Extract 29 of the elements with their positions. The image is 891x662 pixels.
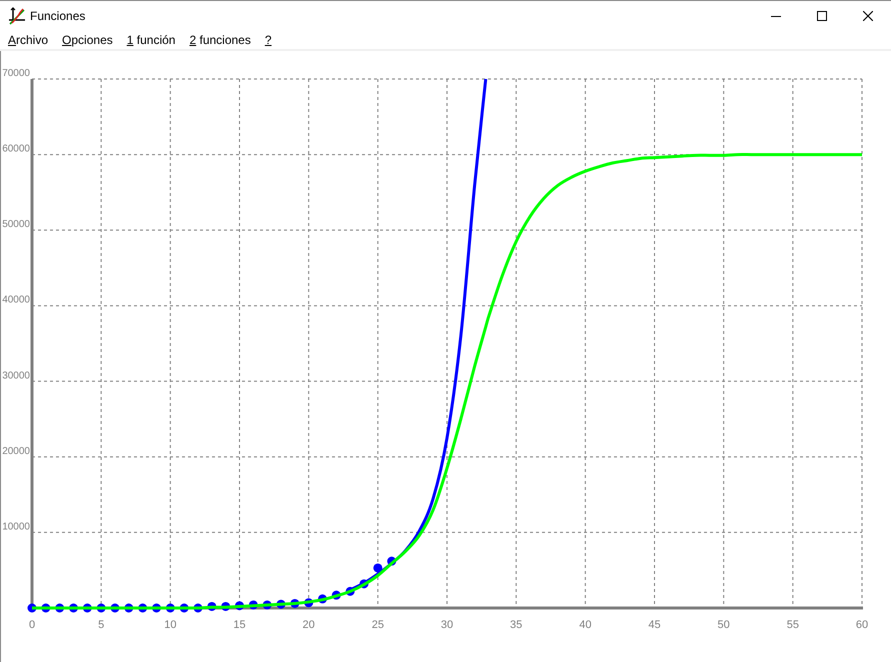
- axis-label: 50000: [2, 219, 30, 230]
- menu-item[interactable]: Archivo: [1, 32, 56, 48]
- window-title: Funciones: [30, 9, 86, 23]
- axis-label: 70000: [2, 68, 30, 79]
- axis-label: 20: [302, 619, 315, 631]
- maximize-icon: [817, 11, 827, 21]
- close-icon: [863, 11, 873, 21]
- axis-label: 40: [579, 619, 592, 631]
- axis-label: 20000: [2, 446, 30, 457]
- menu-item[interactable]: 1 función: [120, 32, 182, 48]
- axis-label: 10: [164, 619, 176, 631]
- axis-label: 40000: [2, 294, 30, 306]
- axis-label: 15: [233, 619, 246, 631]
- axis-label: 50: [718, 619, 730, 631]
- axis-label: 35: [510, 619, 522, 631]
- axis-label: 5: [98, 619, 104, 631]
- axis-label: 55: [786, 619, 799, 631]
- menu-item[interactable]: ?: [258, 32, 279, 48]
- menu-item[interactable]: 2 funciones: [182, 32, 258, 48]
- axis-label: 45: [648, 619, 661, 631]
- graph-icon: [8, 7, 26, 25]
- axis-label: 25: [372, 619, 384, 631]
- axis-label: 30000: [2, 370, 30, 382]
- axis-label: 10000: [2, 521, 30, 532]
- axis-label: 60000: [2, 144, 30, 155]
- axis-label: 30: [440, 619, 454, 631]
- axis-label: 0: [28, 619, 36, 631]
- menu-item[interactable]: Opciones: [55, 32, 120, 48]
- axis-label: 60: [856, 619, 868, 631]
